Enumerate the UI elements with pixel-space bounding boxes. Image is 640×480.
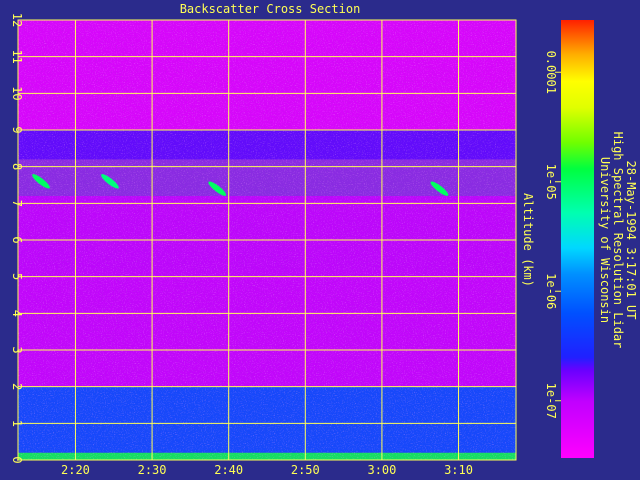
caption-line-3: 28-May-1994 3:17:01 UT (624, 161, 638, 320)
x-tick-label: 3:10 (444, 463, 473, 477)
colorbar-tick-label: 1e-06 (544, 273, 558, 309)
colorbar-tick-label: 1e-07 (544, 383, 558, 419)
y-tick-label: 2 (10, 383, 24, 390)
caption-line-1: University of Wisconsin (598, 157, 612, 323)
caption-line-2: High Spectral Resolution Lidar (611, 132, 625, 349)
colorbar-tick-label: 1e-05 (544, 164, 558, 200)
y-tick-label: 5 (10, 273, 24, 280)
colorbar: 1e-07 1e-06 1e-05 0.0001 (544, 20, 594, 458)
y-tick-label: 11 (10, 49, 24, 63)
x-tick-label: 2:50 (291, 463, 320, 477)
x-tick-label: 2:20 (61, 463, 90, 477)
lidar-figure: Backscatter Cross Section 01234567891011… (10, 2, 638, 477)
y-tick-label: 9 (10, 126, 24, 133)
x-tick-labels: 2:20 2:30 2:40 2:50 3:00 3:10 (61, 463, 473, 477)
y-tick-label: 12 (10, 13, 24, 27)
y-tick-label: 0 (10, 456, 24, 463)
y-tick-label: 6 (10, 236, 24, 243)
x-tick-label: 3:00 (367, 463, 396, 477)
colorbar-tick-label: 0.0001 (544, 51, 558, 94)
y-tick-label: 3 (10, 346, 24, 353)
y-tick-label: 4 (10, 310, 24, 317)
caption: University of Wisconsin High Spectral Re… (598, 132, 638, 349)
y-axis-label: Altitude (km) (521, 193, 535, 287)
y-tick-label: 7 (10, 200, 24, 207)
y-tick-label: 8 (10, 163, 24, 170)
y-tick-label: 1 (10, 420, 24, 427)
x-tick-label: 2:40 (214, 463, 243, 477)
colorbar-gradient (561, 20, 594, 458)
colorbar-tick-labels: 1e-07 1e-06 1e-05 0.0001 (544, 51, 561, 419)
y-tick-label: 10 (10, 86, 24, 100)
x-tick-label: 2:30 (138, 463, 167, 477)
plot-area (17, 19, 517, 461)
chart-title: Backscatter Cross Section (180, 2, 361, 16)
